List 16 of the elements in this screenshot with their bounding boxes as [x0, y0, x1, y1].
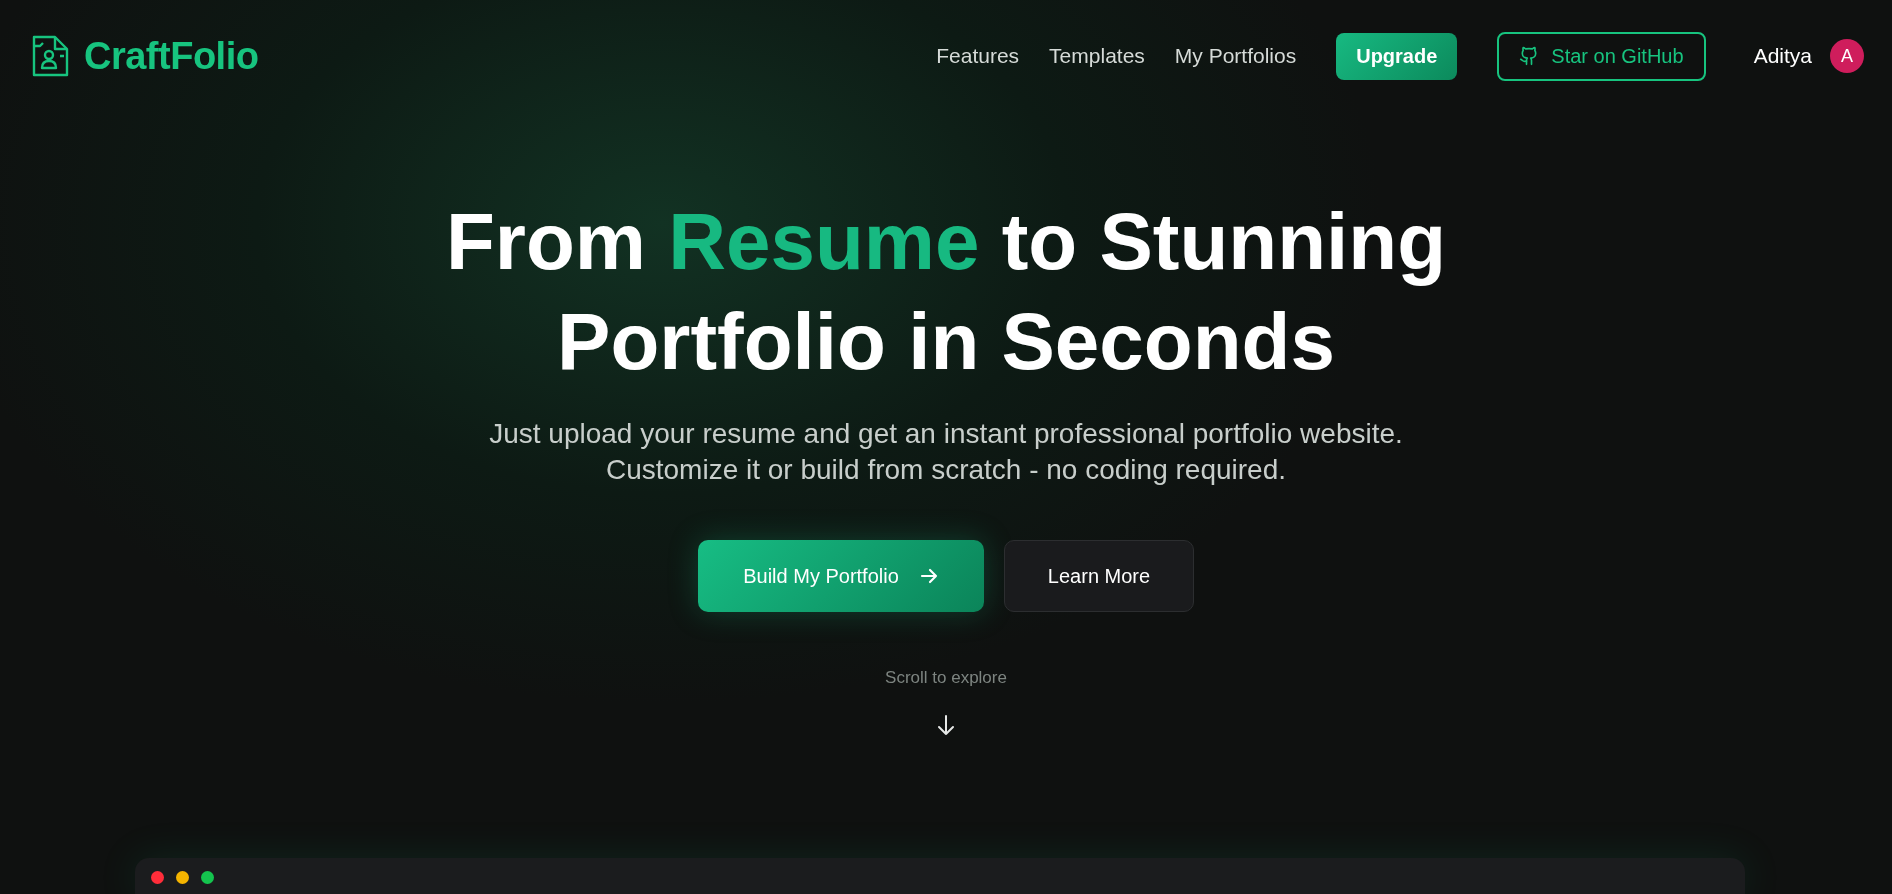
- arrow-right-icon: [918, 566, 939, 586]
- arrow-down-icon[interactable]: [935, 714, 957, 736]
- window-control-dot[interactable]: [151, 871, 164, 884]
- hero-subtitle: Just upload your resume and get an instant professional portfolio website. Customize it or build from scratch - no coding required.: [488, 417, 1404, 487]
- nav-link[interactable]: Templates: [1049, 44, 1145, 68]
- window-control-dot[interactable]: [201, 871, 214, 884]
- brand-name[interactable]: CraftFolio: [84, 34, 259, 78]
- nav-link[interactable]: Features: [936, 44, 1020, 68]
- scroll-hint: Scroll to explore: [885, 668, 1007, 688]
- github-button[interactable]: Star on GitHub: [1497, 31, 1706, 81]
- learn-more-button[interactable]: Learn More: [1004, 540, 1194, 612]
- user-name: Aditya: [1753, 44, 1812, 68]
- hero-headline: From Resume to Stunning Portfolio in Seconds: [446, 196, 1446, 388]
- nav-link[interactable]: My Portfolios: [1174, 44, 1297, 68]
- window-control-dot[interactable]: [176, 871, 189, 884]
- user-avatar[interactable]: A: [1830, 39, 1864, 73]
